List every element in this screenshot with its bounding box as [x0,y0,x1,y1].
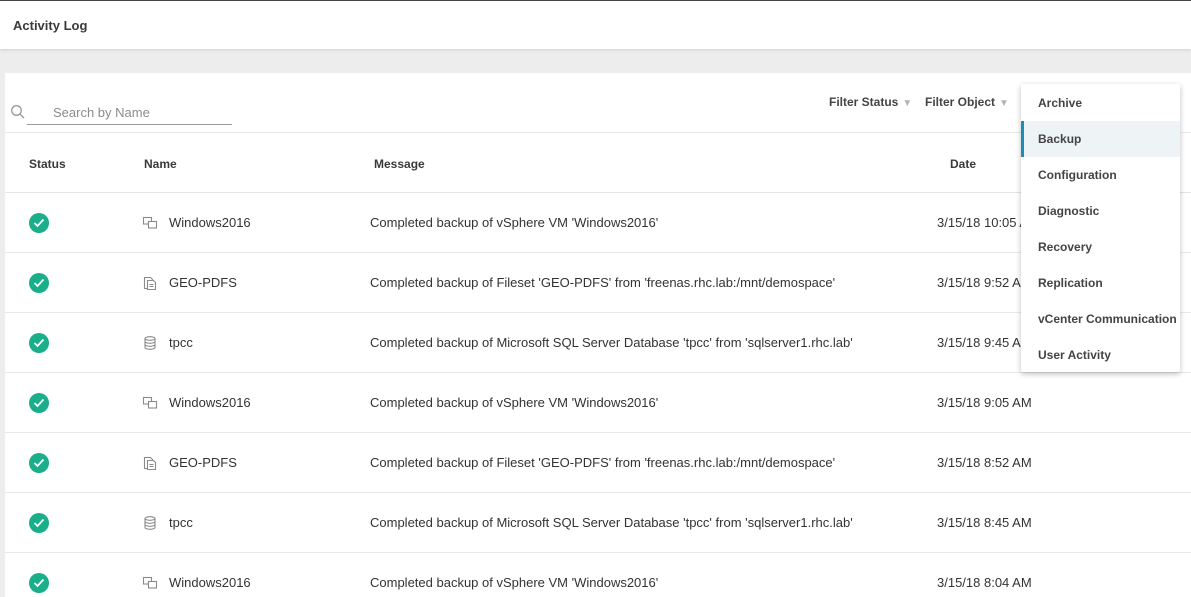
dropdown-item-diagnostic[interactable]: Diagnostic [1021,193,1180,229]
column-date[interactable]: Date [950,157,976,171]
table-row[interactable]: tpcc Completed backup of Microsoft SQL Se… [5,313,1191,373]
toolbar: Filter Status▼ Filter Object▼ [5,73,1191,133]
success-check-icon [29,513,49,533]
row-message: Completed backup of Microsoft SQL Server… [370,515,853,530]
row-name[interactable]: GEO-PDFS [169,455,237,470]
activity-log-card: Filter Status▼ Filter Object▼ Status Nam… [5,73,1191,597]
database-icon [142,335,158,351]
row-date: 3/15/18 8:45 AM [937,515,1032,530]
table-row[interactable]: Windows2016 Completed backup of vSphere V… [5,373,1191,433]
table-row[interactable]: GEO-PDFS Completed backup of Fileset 'GEO… [5,253,1191,313]
database-icon [142,515,158,531]
row-date: 3/15/18 8:52 AM [937,455,1032,470]
filter-object-label: Filter Object [925,95,996,109]
filter-status-dropdown[interactable]: Filter Status ▼ [829,95,912,109]
success-check-icon [29,213,49,233]
table-header: Status Name Message Date [5,133,1191,193]
object-type-dropdown-menu: Archive Backup Configuration Diagnostic Reco… [1021,84,1180,372]
row-message: Completed backup of Microsoft SQL Server… [370,335,853,350]
search-icon [10,104,26,120]
row-date: 3/15/18 8:04 AM [937,575,1032,590]
dropdown-item-recovery[interactable]: Recovery [1021,229,1180,265]
search-box [11,101,232,125]
success-check-icon [29,273,49,293]
fileset-icon [142,455,158,471]
row-message: Completed backup of vSphere VM 'Windows2… [370,215,659,230]
caret-down-icon: ▼ [999,98,1009,109]
dropdown-item-backup[interactable]: Backup [1021,121,1180,157]
row-message: Completed backup of Fileset 'GEO-PDFS' f… [370,275,836,290]
row-name[interactable]: Windows2016 [169,575,251,590]
row-message: Completed backup of Fileset 'GEO-PDFS' f… [370,455,836,470]
row-message: Completed backup of vSphere VM 'Windows2… [370,395,659,410]
success-check-icon [29,393,49,413]
dropdown-item-vcenter-communication[interactable]: vCenter Communication [1021,301,1180,337]
dropdown-item-configuration[interactable]: Configuration [1021,157,1180,193]
row-name[interactable]: tpcc [169,335,193,350]
filter-status-label: Filter Status [829,95,899,109]
row-date: 3/15/18 9:52 AM [937,275,1032,290]
column-message[interactable]: Message [374,157,425,171]
dropdown-item-user-activity[interactable]: User Activity [1021,337,1180,373]
top-bar: Activity Log [0,0,1191,49]
table-row[interactable]: tpcc Completed backup of Microsoft SQL Se… [5,493,1191,553]
row-message: Completed backup of vSphere VM 'Windows2… [370,575,659,590]
page-title: Activity Log [13,18,88,33]
filter-object-dropdown[interactable]: Filter Object ▼ [925,95,1009,109]
table-row[interactable]: GEO-PDFS Completed backup of Fileset 'GEO… [5,433,1191,493]
column-name[interactable]: Name [144,157,177,171]
column-status[interactable]: Status [29,157,66,171]
search-input[interactable] [53,101,231,123]
caret-down-icon: ▼ [902,98,913,109]
success-check-icon [29,333,49,353]
vm-icon [142,395,158,411]
dropdown-item-archive[interactable]: Archive [1021,85,1180,121]
table-row[interactable]: Windows2016 Completed backup of vSphere V… [5,193,1191,253]
row-name[interactable]: Windows2016 [169,215,251,230]
table-row[interactable]: Windows2016 Completed backup of vSphere V… [5,553,1191,597]
row-name[interactable]: tpcc [169,515,193,530]
success-check-icon [29,573,49,593]
row-date: 3/15/18 9:05 AM [937,395,1032,410]
success-check-icon [29,453,49,473]
row-name[interactable]: Windows2016 [169,395,251,410]
row-name[interactable]: GEO-PDFS [169,275,237,290]
fileset-icon [142,275,158,291]
dropdown-item-replication[interactable]: Replication [1021,265,1180,301]
row-date: 3/15/18 9:45 AM [937,335,1032,350]
vm-icon [142,575,158,591]
vm-icon [142,215,158,231]
